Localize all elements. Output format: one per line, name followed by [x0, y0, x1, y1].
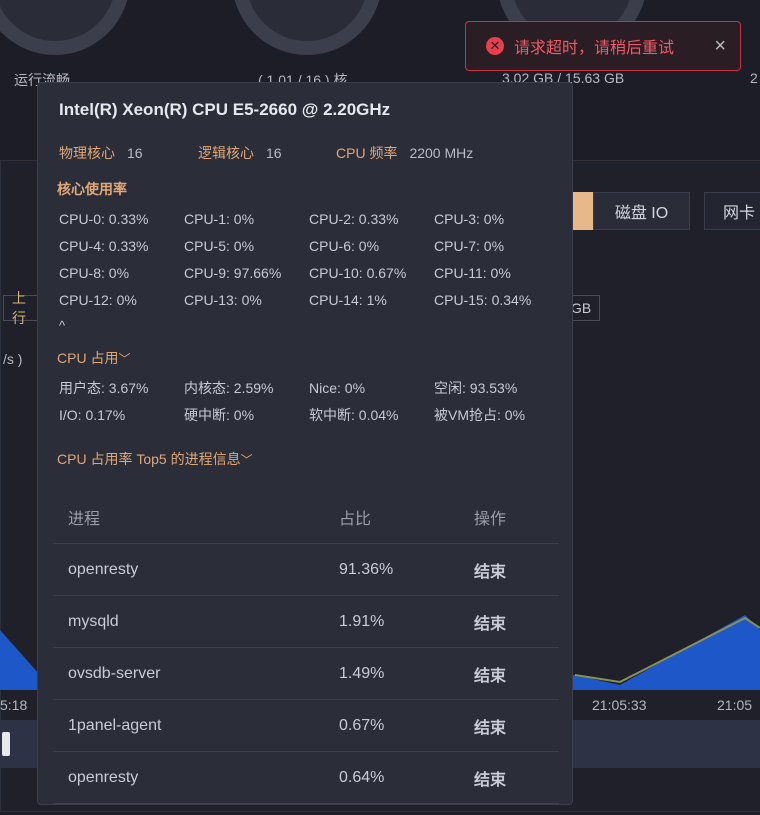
- col-percent: 占比: [325, 491, 460, 544]
- cpu-usage-item: 硬中断: 0%: [184, 407, 255, 423]
- cpu-frequency-value: 2200 MHz: [409, 145, 474, 161]
- error-toast: ✕ 请求超时，请稍后重试 ×: [465, 21, 741, 71]
- col-action: 操作: [460, 491, 559, 544]
- core-usage-grid: CPU-0: 0.33% CPU-1: 0% CPU-2: 0.33% CPU-…: [59, 206, 559, 314]
- cpu-usage-item: 内核态: 2.59%: [184, 380, 274, 396]
- core-usage-item: CPU-3: 0%: [434, 211, 505, 227]
- table-header-row: 进程 占比 操作: [54, 491, 559, 544]
- cpu-detail-popover: Intel(R) Xeon(R) CPU E5-2660 @ 2.20GHz 物…: [37, 82, 573, 805]
- y-axis-unit: /s ): [3, 351, 23, 367]
- process-name: openresty: [54, 751, 325, 804]
- cpu-usage-item: Nice: 0%: [309, 380, 366, 396]
- process-name: mysqld: [54, 595, 325, 648]
- close-icon[interactable]: ×: [714, 35, 726, 58]
- top5-title: CPU 占用率 Top5 的进程信息: [57, 451, 241, 467]
- end-process-button[interactable]: 结束: [460, 647, 559, 700]
- x-tick-2: 21:05: [717, 697, 753, 713]
- table-row: openresty 91.36% 结束: [54, 543, 559, 596]
- process-percent: 1.49%: [325, 647, 460, 700]
- cpu-usage-item: I/O: 0.17%: [59, 407, 126, 423]
- cpu-frequency: CPU 频率 2200 MHz: [336, 143, 473, 163]
- core-usage-item: CPU-13: 0%: [184, 292, 262, 308]
- collapse-toggle[interactable]: ^: [59, 318, 65, 333]
- logical-cores-value: 16: [266, 145, 282, 161]
- core-usage-item: CPU-7: 0%: [434, 238, 505, 254]
- core-usage-item: CPU-4: 0.33%: [59, 238, 149, 254]
- core-usage-item: CPU-2: 0.33%: [309, 211, 399, 227]
- tab-network[interactable]: 网卡: [704, 192, 760, 230]
- error-icon: ✕: [486, 37, 504, 55]
- cpu-gauge: [232, 0, 382, 55]
- slider-handle[interactable]: [2, 732, 10, 756]
- tab-disk-io[interactable]: 磁盘 IO: [593, 192, 690, 230]
- toast-message: 请求超时，请稍后重试: [514, 40, 675, 57]
- cpu-usage-toggle[interactable]: CPU 占用﹀: [57, 348, 130, 368]
- chevron-down-icon: ﹀: [118, 352, 131, 366]
- core-usage-item: CPU-11: 0%: [434, 265, 511, 281]
- table-row: ovsdb-server 1.49% 结束: [54, 647, 559, 700]
- cpu-usage-item: 用户态: 3.67%: [59, 380, 149, 396]
- process-percent: 1.91%: [325, 595, 460, 648]
- table-row: 1panel-agent 0.67% 结束: [54, 699, 559, 752]
- partial-value: 2: [750, 70, 758, 86]
- top5-toggle[interactable]: CPU 占用率 Top5 的进程信息﹀: [57, 449, 253, 469]
- core-usage-item: CPU-15: 0.34%: [434, 292, 532, 308]
- cpu-usage-item: 空闲: 93.53%: [434, 380, 518, 396]
- core-usage-item: CPU-12: 0%: [59, 292, 137, 308]
- physical-cores-label: 物理核心: [59, 145, 115, 161]
- logical-cores: 逻辑核心 16: [198, 143, 282, 163]
- process-name: openresty: [54, 543, 325, 596]
- cpu-model-title: Intel(R) Xeon(R) CPU E5-2660 @ 2.20GHz: [59, 100, 391, 119]
- x-tick-1: 21:05:33: [592, 697, 647, 713]
- table-row: mysqld 1.91% 结束: [54, 595, 559, 648]
- end-process-button[interactable]: 结束: [460, 543, 559, 596]
- physical-cores: 物理核心 16: [59, 143, 143, 163]
- logical-cores-label: 逻辑核心: [198, 145, 254, 161]
- process-percent: 0.64%: [325, 751, 460, 804]
- physical-cores-value: 16: [127, 145, 143, 161]
- chevron-down-icon: ﹀: [240, 453, 253, 467]
- process-table: 进程 占比 操作 openresty 91.36% 结束 mysqld 1.91…: [54, 491, 559, 804]
- cpu-usage-item: 被VM抢占: 0%: [434, 407, 526, 423]
- core-usage-title: 核心使用率: [57, 181, 127, 197]
- load-gauge: [0, 0, 130, 55]
- core-usage-item: CPU-1: 0%: [184, 211, 255, 227]
- cpu-usage-grid: 用户态: 3.67% 内核态: 2.59% Nice: 0% 空闲: 93.53…: [59, 375, 559, 429]
- process-percent: 0.67%: [325, 699, 460, 752]
- core-usage-item: CPU-8: 0%: [59, 265, 130, 281]
- core-usage-item: CPU-9: 97.66%: [184, 265, 282, 281]
- cpu-usage-item: 软中断: 0.04%: [309, 407, 399, 423]
- end-process-button[interactable]: 结束: [460, 751, 559, 804]
- core-usage-item: CPU-10: 0.67%: [309, 265, 407, 281]
- core-usage-item: CPU-0: 0.33%: [59, 211, 149, 227]
- tab-highlight[interactable]: [573, 192, 593, 230]
- end-process-button[interactable]: 结束: [460, 699, 559, 752]
- end-process-button[interactable]: 结束: [460, 595, 559, 648]
- process-percent: 91.36%: [325, 543, 460, 596]
- core-usage-item: CPU-5: 0%: [184, 238, 255, 254]
- process-name: 1panel-agent: [54, 699, 325, 752]
- table-row: openresty 0.64% 结束: [54, 751, 559, 804]
- core-usage-item: CPU-6: 0%: [309, 238, 380, 254]
- x-tick-0: 5:18: [0, 697, 28, 713]
- core-usage-item: CPU-14: 1%: [309, 292, 387, 308]
- process-name: ovsdb-server: [54, 647, 325, 700]
- col-process: 进程: [54, 491, 325, 544]
- cpu-frequency-label: CPU 频率: [336, 145, 398, 161]
- cpu-usage-title: CPU 占用: [57, 350, 119, 366]
